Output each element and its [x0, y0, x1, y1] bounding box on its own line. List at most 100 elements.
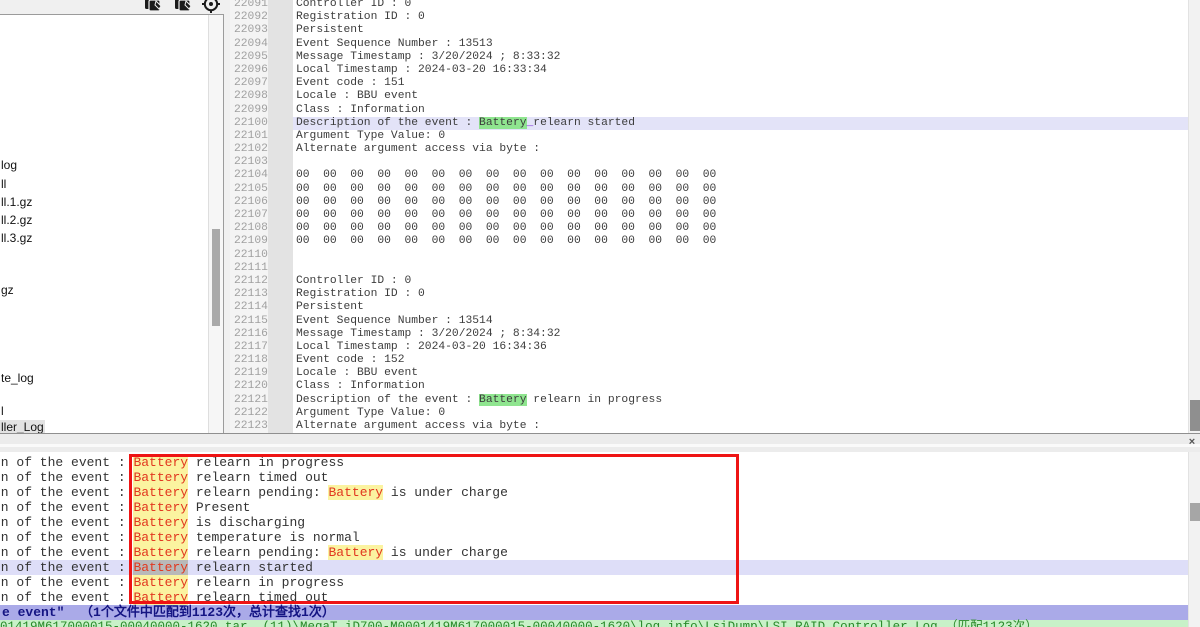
line-number: 22095: [230, 51, 268, 64]
fold-margin: [268, 394, 293, 407]
result-text-segment: relearn in progress: [188, 455, 344, 470]
log-line: 22098Locale : BBU event: [230, 90, 1188, 103]
sidebar-file-item[interactable]: l: [1, 404, 4, 419]
line-number: 22092: [230, 11, 268, 24]
search-result-row[interactable]: on of the event : Battery relearn timed …: [0, 590, 1188, 605]
result-prefix: on of the event :: [0, 545, 133, 560]
log-text-segment: 00 00 00 00 00 00 00 00 00 00 00 00 00 0…: [296, 169, 716, 181]
sidebar-file-item[interactable]: log: [1, 158, 17, 173]
line-number: 22091: [230, 0, 268, 11]
sidebar-file-item[interactable]: te_log: [1, 371, 34, 386]
log-line-text: Alternate argument access via byte :: [293, 143, 1188, 156]
log-line: 22094Event Sequence Number : 13513: [230, 38, 1188, 51]
search-file-line[interactable]: 01419M617000015-00040000-1620.tar (11)\M…: [0, 620, 1188, 627]
line-number: 22108: [230, 222, 268, 235]
fold-margin: [268, 328, 293, 341]
log-line-text: Registration ID : 0: [293, 11, 1188, 24]
line-number: 22107: [230, 209, 268, 222]
log-line: 22100Description of the event : Battery_…: [230, 117, 1188, 130]
fold-margin: [268, 64, 293, 77]
line-number: 22102: [230, 143, 268, 156]
fold-margin: [268, 354, 293, 367]
line-number: 22118: [230, 354, 268, 367]
log-line-text: 00 00 00 00 00 00 00 00 00 00 00 00 00 0…: [293, 196, 1188, 209]
log-line-text: Locale : BBU event: [293, 367, 1188, 380]
log-text-segment: Argument Type Value: 0: [296, 407, 445, 419]
log-line-text: Message Timestamp : 3/20/2024 ; 8:34:32: [293, 328, 1188, 341]
log-line-text: Locale : BBU event: [293, 90, 1188, 103]
fold-margin: [268, 143, 293, 156]
log-text-segment: Argument Type Value: 0: [296, 130, 445, 142]
fold-margin: [268, 117, 293, 130]
sidebar-scrollbar[interactable]: [208, 15, 223, 433]
line-number: 22105: [230, 183, 268, 196]
close-icon[interactable]: ×: [1186, 436, 1198, 448]
log-text-segment: Locale : BBU event: [296, 367, 418, 379]
log-line: 22101 Argument Type Value: 0: [230, 130, 1188, 143]
log-text-segment: Event Sequence Number : 13513: [296, 38, 493, 50]
result-prefix: on of the event :: [0, 485, 133, 500]
fold-margin: [268, 288, 293, 301]
line-number: 22097: [230, 77, 268, 90]
editor-scrollbar[interactable]: [1188, 0, 1200, 436]
sidebar-file-item[interactable]: ll.1.gz: [1, 195, 32, 210]
sidebar-file-item[interactable]: gz: [1, 283, 14, 298]
log-text-segment: Registration ID : 0: [296, 11, 425, 23]
fold-margin: [268, 169, 293, 182]
fold-margin: [268, 38, 293, 51]
fold-margin: [268, 249, 293, 262]
search-result-row[interactable]: on of the event : Battery relearn in pro…: [0, 455, 1188, 470]
log-line: 22113Registration ID : 0: [230, 288, 1188, 301]
log-line-text: 00 00 00 00 00 00 00 00 00 00 00 00 00 0…: [293, 209, 1188, 222]
log-copy-icon[interactable]: [143, 0, 163, 13]
line-number: 22099: [230, 104, 268, 117]
search-hit: Battery: [133, 560, 188, 575]
fold-margin: [268, 183, 293, 196]
log-line: 22110: [230, 249, 1188, 262]
log-line-text: 00 00 00 00 00 00 00 00 00 00 00 00 00 0…: [293, 169, 1188, 182]
file-list-panel: logllll.1.gzll.2.gzll.3.gzgzte_loglller_…: [0, 14, 224, 436]
sidebar-file-item[interactable]: ll.3.gz: [1, 231, 32, 246]
search-result-row[interactable]: on of the event : Battery relearn timed …: [0, 470, 1188, 485]
search-result-row[interactable]: on of the event : Battery is discharging: [0, 515, 1188, 530]
sidebar-file-item[interactable]: ll.2.gz: [1, 213, 32, 228]
results-scrollbar[interactable]: [1188, 451, 1200, 627]
line-number: 22104: [230, 169, 268, 182]
result-text-segment: temperature is normal: [188, 530, 360, 545]
result-text-segment: relearn pending:: [188, 485, 328, 500]
search-result-row[interactable]: on of the event : Battery relearn in pro…: [0, 575, 1188, 590]
sidebar-scrollbar-thumb[interactable]: [212, 229, 220, 326]
crosshair-icon[interactable]: [201, 0, 221, 13]
line-number: 22101: [230, 130, 268, 143]
result-text-segment: relearn timed out: [188, 470, 328, 485]
search-result-row[interactable]: on of the event : Battery relearn pendin…: [0, 545, 1188, 560]
search-result-row[interactable]: on of the event : Battery relearn pendin…: [0, 485, 1188, 500]
search-result-row[interactable]: on of the event : Battery Present: [0, 500, 1188, 515]
search-result-row[interactable]: on of the event : Battery temperature is…: [0, 530, 1188, 545]
log-copy-icon[interactable]: [173, 0, 193, 13]
results-scrollbar-thumb[interactable]: [1190, 503, 1200, 521]
fold-margin: [268, 275, 293, 288]
log-text-segment: Controller ID : 0: [296, 0, 411, 10]
log-line: 22097Event code : 151: [230, 77, 1188, 90]
search-result-row[interactable]: on of the event : Battery relearn starte…: [0, 560, 1188, 575]
panel-splitter[interactable]: [0, 433, 1200, 452]
log-line: 2210600 00 00 00 00 00 00 00 00 00 00 00…: [230, 196, 1188, 209]
log-line-text: Argument Type Value: 0: [293, 407, 1188, 420]
log-line: 2210500 00 00 00 00 00 00 00 00 00 00 00…: [230, 183, 1188, 196]
result-text-segment: relearn timed out: [188, 590, 328, 605]
log-text-segment: 00 00 00 00 00 00 00 00 00 00 00 00 00 0…: [296, 209, 716, 221]
line-number: 22115: [230, 315, 268, 328]
editor-scrollbar-thumb[interactable]: [1190, 400, 1200, 431]
log-line-text: Class : Information: [293, 104, 1188, 117]
line-number: 22100: [230, 117, 268, 130]
fold-margin: [268, 0, 293, 11]
sidebar-file-item[interactable]: ll: [1, 177, 6, 192]
fold-margin: [268, 196, 293, 209]
log-viewer-app: logllll.1.gzll.2.gzll.3.gzgzte_loglller_…: [0, 0, 1200, 627]
search-summary-line[interactable]: e event" （1个文件中匹配到1123次，总计查找1次）: [0, 605, 1188, 620]
log-line-text: Argument Type Value: 0: [293, 130, 1188, 143]
log-line: 22122Argument Type Value: 0: [230, 407, 1188, 420]
line-number: 22110: [230, 249, 268, 262]
editor-lines[interactable]: 22091 Controller ID : 0 22092 Registration …: [230, 0, 1188, 436]
